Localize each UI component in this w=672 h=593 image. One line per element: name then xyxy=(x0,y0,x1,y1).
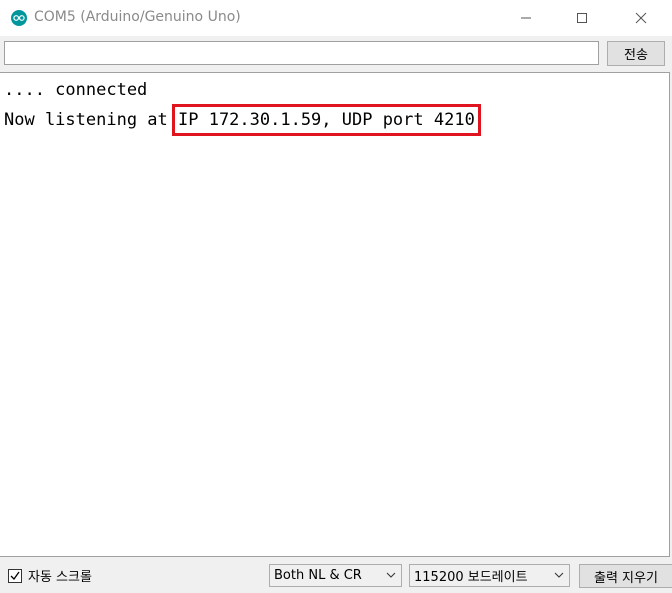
baud-rate-select[interactable]: 115200 보드레이트 xyxy=(409,564,570,587)
close-icon xyxy=(635,12,647,24)
maximize-button[interactable] xyxy=(559,0,605,36)
output-line: Now listening at IP 172.30.1.59, UDP por… xyxy=(4,104,481,136)
autoscroll-checkbox[interactable] xyxy=(8,568,22,583)
output-line-text: Now listening at xyxy=(4,110,178,130)
send-input[interactable] xyxy=(4,41,599,65)
autoscroll-label: 자동 스크롤 xyxy=(28,570,92,585)
window-title: COM5 (Arduino/Genuino Uno) xyxy=(34,9,241,25)
checkmark-icon xyxy=(10,571,20,580)
baud-rate-value: 115200 보드레이트 xyxy=(414,570,528,585)
minimize-icon xyxy=(521,17,531,19)
clear-output-button[interactable]: 출력 지우기 xyxy=(579,564,672,588)
send-row: 전송 xyxy=(0,36,672,72)
line-ending-select[interactable]: Both NL & CR xyxy=(269,564,402,587)
bottom-bar: 자동 스크롤 Both NL & CR 115200 보드레이트 출력 지우기 xyxy=(0,557,672,593)
serial-output[interactable]: .... connected Now listening at IP 172.3… xyxy=(0,72,670,557)
chevron-down-icon xyxy=(386,572,396,578)
maximize-icon xyxy=(577,13,587,23)
chevron-down-icon xyxy=(554,572,564,578)
send-button[interactable]: 전송 xyxy=(607,41,665,66)
title-bar: COM5 (Arduino/Genuino Uno) xyxy=(0,0,672,36)
output-line: .... connected xyxy=(4,80,148,100)
highlighted-ip-text: IP 172.30.1.59, UDP port 4210 xyxy=(172,104,481,136)
line-ending-value: Both NL & CR xyxy=(274,568,362,583)
close-button[interactable] xyxy=(618,0,664,36)
serial-monitor-window: COM5 (Arduino/Genuino Uno) 전송 .... conne… xyxy=(0,0,672,593)
autoscroll-toggle[interactable]: 자동 스크롤 xyxy=(8,566,92,585)
minimize-button[interactable] xyxy=(503,0,549,36)
arduino-icon xyxy=(11,10,27,26)
